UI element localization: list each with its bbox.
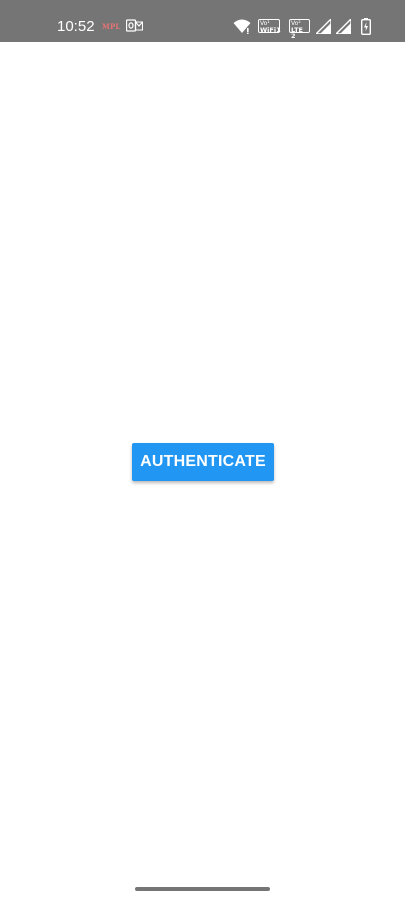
signal-sim2-icon bbox=[334, 17, 352, 35]
wifi-calling-badge-bottom: WiFi1 bbox=[260, 26, 281, 34]
mpl-notification-icon: MPL bbox=[102, 22, 121, 31]
wifi-calling-badge: Vo¹ WiFi1 bbox=[258, 19, 281, 34]
status-time: 10:52 bbox=[57, 18, 95, 35]
volte-badge: Vo² LTE 2 bbox=[289, 19, 310, 39]
outlook-icon bbox=[125, 19, 144, 33]
signal-sim1-icon bbox=[314, 17, 332, 35]
volte-badge-bottom: LTE 2 bbox=[291, 26, 303, 40]
app-screen: 10:52 MPL Vo¹ WiFi1 Vo² LTE 2 AUTHENTICA… bbox=[0, 0, 405, 900]
wifi-icon bbox=[233, 18, 251, 34]
authenticate-button[interactable]: AUTHENTICATE bbox=[132, 443, 274, 481]
battery-charging-icon bbox=[360, 18, 372, 36]
status-bar: 10:52 MPL Vo¹ WiFi1 Vo² LTE 2 bbox=[0, 0, 405, 42]
home-gesture-bar[interactable] bbox=[135, 887, 270, 891]
